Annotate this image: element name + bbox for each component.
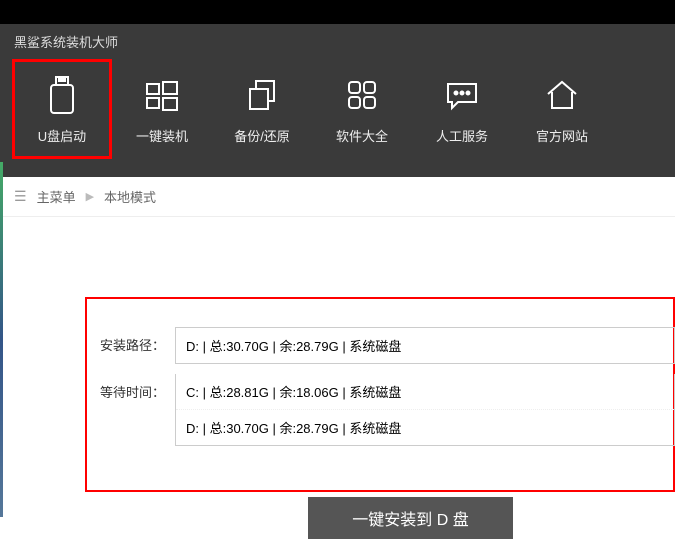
copy-icon	[241, 74, 283, 116]
install-path-select[interactable]: D: | 总:30.70G | 余:28.79G | 系统磁盘	[175, 327, 675, 364]
drive-option-d[interactable]: D: | 总:30.70G | 余:28.79G | 系统磁盘	[176, 410, 674, 445]
wait-time-label: 等待时间：	[100, 374, 175, 401]
windows-icon	[141, 74, 183, 116]
chat-icon	[441, 74, 483, 116]
header: 黑鲨系统装机大师 U盘启动	[0, 24, 675, 177]
install-path-row: 安装路径： D: | 总:30.70G | 余:28.79G | 系统磁盘	[100, 327, 675, 364]
apps-icon	[341, 74, 383, 116]
home-icon	[541, 74, 583, 116]
sidebar-edge	[0, 162, 3, 517]
install-button[interactable]: 一键安装到 D 盘	[308, 497, 513, 539]
breadcrumb: ☰ 主菜单 ▶ 本地模式	[0, 177, 675, 217]
app-title: 黑鲨系统装机大师	[0, 24, 675, 59]
install-form: 安装路径： D: | 总:30.70G | 余:28.79G | 系统磁盘 等待…	[100, 327, 675, 456]
nav-one-click-install[interactable]: 一键装机	[112, 59, 212, 159]
install-path-label: 安装路径：	[100, 327, 175, 354]
nav-website[interactable]: 官方网站	[512, 59, 612, 159]
main-nav: U盘启动 一键装机 备份/还原	[0, 59, 675, 177]
nav-label: 一键装机	[136, 126, 188, 145]
nav-label: 官方网站	[536, 126, 588, 145]
nav-label: 软件大全	[336, 126, 388, 145]
breadcrumb-main[interactable]: 主菜单	[37, 187, 76, 206]
drive-option-c[interactable]: C: | 总:28.81G | 余:18.06G | 系统磁盘	[176, 374, 674, 410]
chevron-right-icon: ▶	[86, 190, 94, 203]
window-titlebar	[0, 0, 675, 24]
nav-backup-restore[interactable]: 备份/还原	[212, 59, 312, 159]
nav-label: U盘启动	[38, 126, 86, 145]
nav-label: 人工服务	[436, 126, 488, 145]
nav-support[interactable]: 人工服务	[412, 59, 512, 159]
nav-software[interactable]: 软件大全	[312, 59, 412, 159]
install-button-label: 一键安装到 D 盘	[352, 506, 468, 530]
list-icon: ☰	[14, 188, 27, 205]
install-path-value: D: | 总:30.70G | 余:28.79G | 系统磁盘	[176, 328, 674, 363]
nav-usb-boot[interactable]: U盘启动	[12, 59, 112, 159]
drive-dropdown[interactable]: C: | 总:28.81G | 余:18.06G | 系统磁盘 D: | 总:3…	[175, 374, 675, 446]
wait-time-row: 等待时间： C: | 总:28.81G | 余:18.06G | 系统磁盘 D:…	[100, 374, 675, 446]
usb-icon	[41, 74, 83, 116]
nav-label: 备份/还原	[234, 126, 290, 145]
breadcrumb-current: 本地模式	[104, 187, 156, 206]
